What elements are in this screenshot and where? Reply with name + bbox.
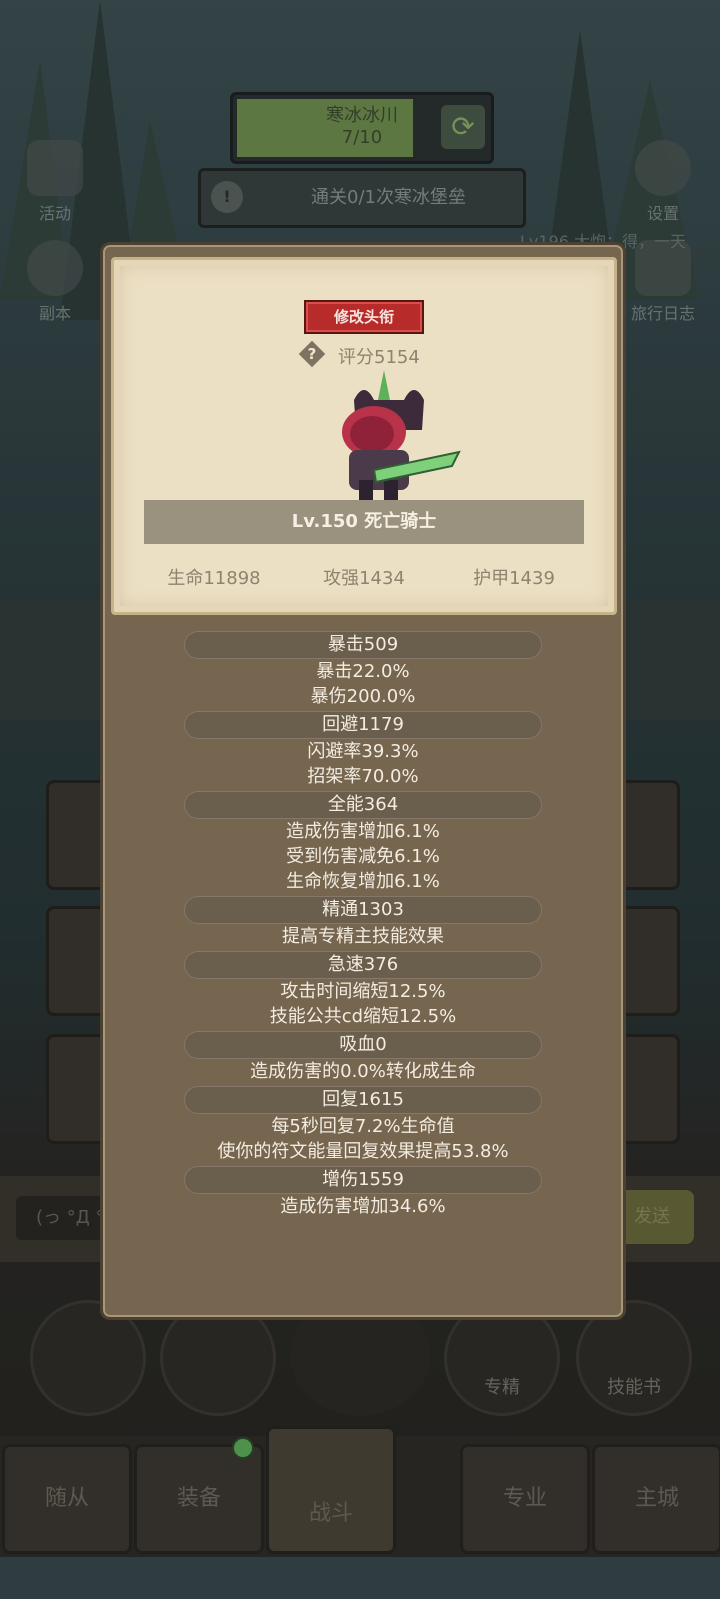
attribute-header: 精通1303 xyxy=(184,896,542,924)
hero-name: Lv.150 死亡骑士 xyxy=(291,511,437,532)
question-mark: ? xyxy=(307,345,317,363)
character-card: 修改头衔 ? 评分5154 Lv.150 死亡骑士 生命11898 攻强1434… xyxy=(111,257,617,615)
attribute-detail: 受到伤害减免6.1% xyxy=(286,846,440,867)
attribute-detail: 闪避率39.3% xyxy=(307,741,419,762)
armor-stat: 护甲1439 xyxy=(473,568,555,589)
attribute-header: 增伤1559 xyxy=(184,1166,542,1194)
attribute-header: 全能364 xyxy=(184,791,542,819)
attribute-detail: 使你的符文能量回复效果提高53.8% xyxy=(217,1141,509,1162)
attribute-header: 急速376 xyxy=(184,951,542,979)
attribute-header: 吸血0 xyxy=(184,1031,542,1059)
character-stats-popup: 修改头衔 ? 评分5154 Lv.150 死亡骑士 生命11898 攻强1434… xyxy=(100,242,626,1320)
hero-name-banner: Lv.150 死亡骑士 xyxy=(144,500,584,544)
attribute-detail: 提高专精主技能效果 xyxy=(282,926,444,947)
attribute-detail: 攻击时间缩短12.5% xyxy=(280,981,446,1002)
score-value: 评分5154 xyxy=(338,347,420,368)
attack-power-stat: 攻强1434 xyxy=(323,568,405,589)
attribute-header: 暴击509 xyxy=(184,631,542,659)
attribute-detail: 造成伤害的0.0%转化成生命 xyxy=(250,1061,476,1082)
attribute-detail: 造成伤害增加6.1% xyxy=(286,821,440,842)
attribute-detail: 生命恢复增加6.1% xyxy=(286,871,440,892)
attribute-header: 回避1179 xyxy=(184,711,542,739)
attribute-detail: 招架率70.0% xyxy=(307,766,419,787)
attribute-list: 暴击509 暴击22.0% 暴伤200.0% 回避1179 闪避率39.3% 招… xyxy=(103,629,623,1219)
attribute-detail: 暴伤200.0% xyxy=(310,686,416,707)
death-knight-sprite xyxy=(342,370,461,502)
score-row: ? 评分5154 xyxy=(298,340,500,368)
attribute-header: 回复1615 xyxy=(184,1086,542,1114)
attribute-detail: 每5秒回复7.2%生命值 xyxy=(271,1116,455,1137)
attribute-detail: 造成伤害增加34.6% xyxy=(280,1196,446,1217)
attribute-detail: 暴击22.0% xyxy=(316,661,410,682)
health-stat: 生命11898 xyxy=(167,568,261,589)
attribute-detail: 技能公共cd缩短12.5% xyxy=(269,1006,457,1027)
rename-title-button[interactable]: 修改头衔 xyxy=(304,300,424,334)
